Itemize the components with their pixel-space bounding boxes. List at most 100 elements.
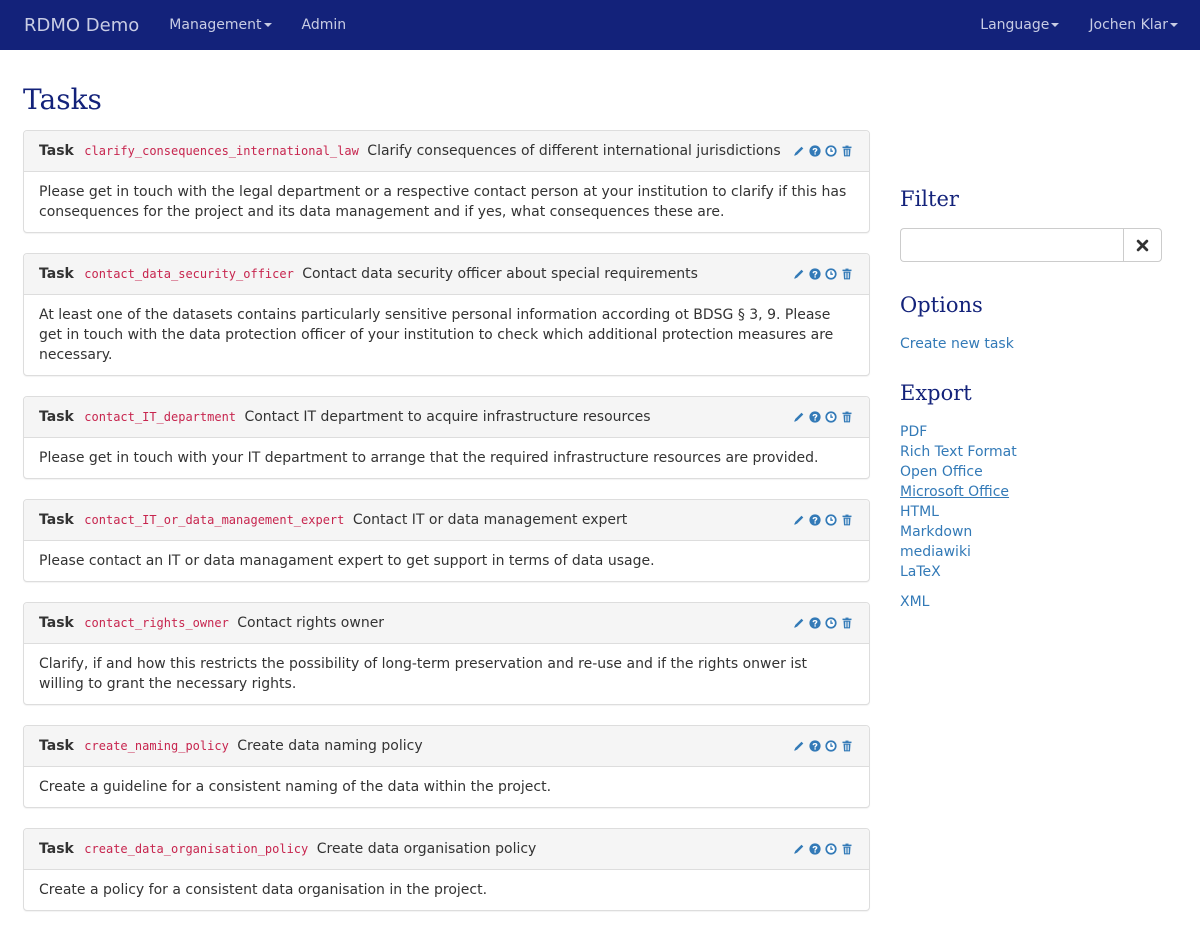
task-list: Task clarify_consequences_international_…: [23, 130, 870, 911]
language-menu[interactable]: Language: [980, 17, 1060, 33]
help-button[interactable]: question-circle-icon: [808, 267, 822, 281]
task-panel: Task contact_data_security_officer Conta…: [23, 253, 870, 376]
task-text: Clarify, if and how this restricts the p…: [39, 656, 807, 692]
management-menu[interactable]: Management: [169, 17, 272, 33]
history-icon: [825, 268, 837, 280]
task-title-row: Task contact_IT_department Contact IT de…: [39, 409, 792, 425]
task-key: contact_IT_department: [84, 410, 237, 424]
edit-icon: [794, 269, 804, 279]
task-label: Task: [39, 266, 74, 282]
list-item: PDF: [900, 422, 1162, 442]
delete-button[interactable]: trash-icon: [840, 267, 854, 281]
management-label: Management: [169, 17, 262, 33]
help-button[interactable]: question-circle-icon: [808, 842, 822, 856]
admin-link[interactable]: Admin: [302, 17, 347, 33]
task-title: Contact data security officer about spec…: [302, 266, 698, 282]
help-icon: [809, 843, 821, 855]
sidebar: Filter Options Create new task Export PD…: [900, 50, 1162, 931]
task-heading: Task contact_rights_owner Contact rights…: [24, 603, 869, 644]
task-panel: Task contact_IT_department Contact IT de…: [23, 396, 870, 479]
task-label: Task: [39, 143, 74, 159]
edit-button[interactable]: pencil-icon: [792, 739, 806, 753]
export-odt-link[interactable]: Open Office: [900, 464, 983, 480]
task-heading: Task clarify_consequences_international_…: [24, 131, 869, 172]
filter-input[interactable]: [900, 228, 1123, 262]
task-panel: Task contact_rights_owner Contact rights…: [23, 602, 870, 705]
help-icon: [809, 145, 821, 157]
delete-button[interactable]: trash-icon: [840, 410, 854, 424]
edit-button[interactable]: pencil-icon: [792, 267, 806, 281]
export-latex-link[interactable]: LaTeX: [900, 564, 941, 580]
edit-button[interactable]: pencil-icon: [792, 513, 806, 527]
delete-button[interactable]: trash-icon: [840, 616, 854, 630]
history-button[interactable]: clock-icon: [824, 739, 838, 753]
list-item: Microsoft Office: [900, 482, 1162, 502]
task-text: Please get in touch with the legal depar…: [39, 184, 847, 220]
delete-icon: [842, 843, 852, 855]
list-item: XML: [900, 592, 1162, 612]
edit-icon: [794, 412, 804, 422]
task-text: At least one of the datasets contains pa…: [39, 307, 834, 363]
edit-icon: [794, 146, 804, 156]
export-list: PDF Rich Text Format Open Office Microso…: [900, 422, 1162, 612]
task-heading: Task create_data_organisation_policy Cre…: [24, 829, 869, 870]
task-heading: Task contact_IT_department Contact IT de…: [24, 397, 869, 438]
delete-button[interactable]: trash-icon: [840, 739, 854, 753]
help-button[interactable]: question-circle-icon: [808, 616, 822, 630]
delete-button[interactable]: trash-icon: [840, 144, 854, 158]
history-button[interactable]: clock-icon: [824, 267, 838, 281]
user-menu[interactable]: Jochen Klar: [1089, 17, 1178, 33]
history-icon: [825, 617, 837, 629]
edit-button[interactable]: pencil-icon: [792, 842, 806, 856]
list-item: Markdown: [900, 522, 1162, 542]
edit-button[interactable]: pencil-icon: [792, 616, 806, 630]
task-key: contact_rights_owner: [84, 616, 229, 630]
help-button[interactable]: question-circle-icon: [808, 410, 822, 424]
help-icon: [809, 514, 821, 526]
caret-down-icon: [1170, 23, 1178, 27]
edit-button[interactable]: pencil-icon: [792, 144, 806, 158]
delete-button[interactable]: trash-icon: [840, 842, 854, 856]
help-button[interactable]: question-circle-icon: [808, 144, 822, 158]
caret-down-icon: [263, 23, 272, 27]
page-title: Tasks: [23, 83, 102, 116]
create-new-task-link[interactable]: Create new task: [900, 336, 1014, 352]
task-key: create_naming_policy: [84, 739, 229, 753]
filter-title: Filter: [900, 187, 959, 211]
export-mediawiki-link[interactable]: mediawiki: [900, 544, 971, 560]
clear-filter-button[interactable]: [1123, 228, 1162, 262]
export-rtf-link[interactable]: Rich Text Format: [900, 444, 1017, 460]
export-pdf-link[interactable]: PDF: [900, 424, 927, 440]
task-text: Create a policy for a consistent data or…: [39, 882, 488, 898]
user-label: Jochen Klar: [1089, 17, 1168, 33]
history-button[interactable]: clock-icon: [824, 410, 838, 424]
task-key: clarify_consequences_international_law: [84, 144, 359, 158]
task-text: Create a guideline for a consistent nami…: [39, 779, 552, 795]
history-icon: [825, 514, 837, 526]
task-key: contact_data_security_officer: [84, 267, 294, 281]
edit-button[interactable]: pencil-icon: [792, 410, 806, 424]
history-button[interactable]: clock-icon: [824, 144, 838, 158]
help-button[interactable]: question-circle-icon: [808, 513, 822, 527]
export-html-link[interactable]: HTML: [900, 504, 939, 520]
help-button[interactable]: question-circle-icon: [808, 739, 822, 753]
close-icon: [1136, 239, 1149, 251]
history-button[interactable]: clock-icon: [824, 616, 838, 630]
task-label: Task: [39, 738, 74, 754]
export-docx-link[interactable]: Microsoft Office: [900, 484, 1009, 500]
export-markdown-link[interactable]: Markdown: [900, 524, 972, 540]
history-button[interactable]: clock-icon: [824, 842, 838, 856]
navbar-left: RDMO Demo Management Admin: [24, 15, 376, 36]
delete-icon: [842, 268, 852, 280]
delete-button[interactable]: trash-icon: [840, 513, 854, 527]
task-title: Contact IT or data management expert: [352, 512, 628, 528]
task-title-row: Task contact_data_security_officer Conta…: [39, 266, 792, 282]
list-item: Open Office: [900, 462, 1162, 482]
options-title: Options: [900, 293, 983, 317]
edit-icon: [794, 741, 804, 751]
delete-icon: [842, 740, 852, 752]
export-xml-link[interactable]: XML: [900, 594, 929, 610]
brand-link[interactable]: RDMO Demo: [24, 15, 139, 36]
history-button[interactable]: clock-icon: [824, 513, 838, 527]
history-icon: [825, 740, 837, 752]
